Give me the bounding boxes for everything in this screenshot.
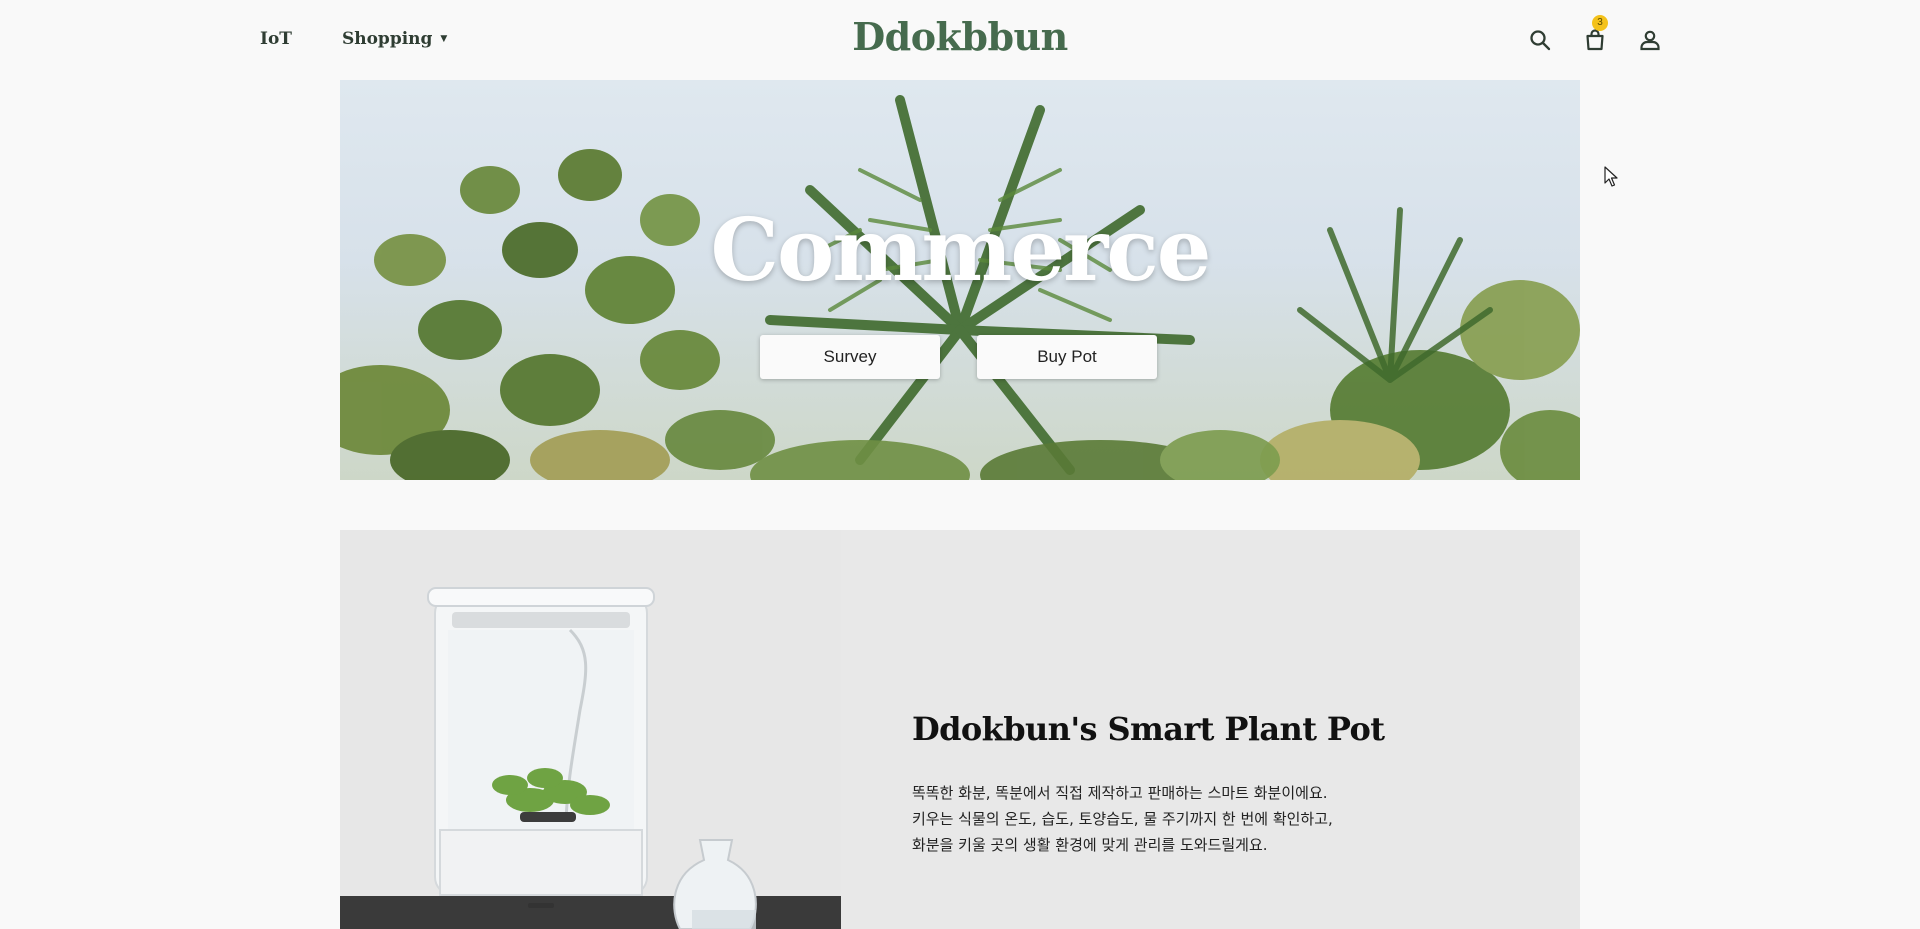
buy-pot-button[interactable]: Buy Pot (977, 335, 1157, 379)
search-button[interactable] (1524, 24, 1556, 56)
product-description-line: 화분을 키울 곳의 생활 환경에 맞게 관리를 도와드릴게요. (912, 836, 1268, 854)
mouse-cursor-icon (1604, 166, 1618, 187)
cart-button[interactable]: 3 (1579, 15, 1611, 56)
product-section: Ddokbun's Smart Plant Pot 똑똑한 화분, 똑분에서 직… (340, 530, 1580, 929)
primary-nav: IoT Shopping ▼ (260, 29, 447, 49)
product-description-line: 키우는 식물의 온도, 습도, 토양습도, 물 주기까지 한 번에 확인하고, (912, 810, 1333, 828)
brand-logo[interactable]: Ddokbbun (852, 14, 1068, 59)
product-title: Ddokbun's Smart Plant Pot (912, 710, 1385, 748)
cart-icon (1586, 29, 1604, 51)
smart-pot-illustration (340, 530, 841, 929)
survey-button[interactable]: Survey (760, 335, 940, 379)
account-button[interactable] (1634, 24, 1666, 56)
hero-title: Commerce (710, 200, 1212, 301)
nav-iot-link[interactable]: IoT (260, 29, 292, 49)
product-image (340, 530, 841, 929)
hero-actions: Survey Buy Pot (760, 335, 1157, 379)
site-header: IoT Shopping ▼ Ddokbbun 3 (0, 0, 1920, 80)
caret-down-icon: ▼ (440, 34, 448, 44)
cart-count-badge: 3 (1592, 15, 1608, 31)
nav-shopping-label: Shopping (341, 29, 433, 49)
search-icon (1530, 30, 1551, 51)
hero-banner: Commerce Survey Buy Pot (340, 80, 1580, 480)
user-icon (1640, 30, 1660, 51)
product-description: 똑똑한 화분, 똑분에서 직접 제작하고 판매하는 스마트 화분이에요. 키우는… (912, 780, 1472, 858)
nav-shopping-dropdown[interactable]: Shopping ▼ (342, 29, 447, 49)
header-actions: 3 (1524, 15, 1666, 56)
product-description-line: 똑똑한 화분, 똑분에서 직접 제작하고 판매하는 스마트 화분이에요. (912, 784, 1328, 802)
